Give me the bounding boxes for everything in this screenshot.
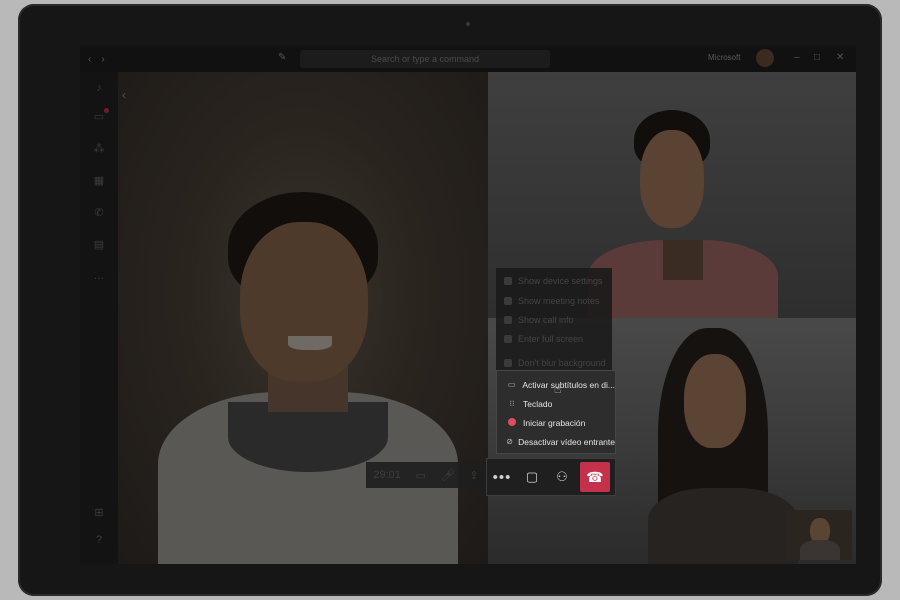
hangup-icon[interactable]: ☎︎: [580, 462, 610, 492]
more-menu-dimmed: Show device settings Show meeting notes …: [496, 268, 612, 372]
calendar-icon[interactable]: ▦: [91, 174, 107, 188]
hand-cursor-icon: ☝︎: [554, 382, 562, 396]
mic-icon[interactable]: 🎤︎: [441, 469, 455, 482]
menu-item-label: Teclado: [523, 398, 553, 409]
menu-item-dimmed: Enter full screen: [504, 334, 583, 344]
video-off-icon: ⊘: [506, 437, 513, 446]
call-controls-dimmed: 29:01 ▭ 🎤︎ ⇪: [366, 462, 486, 488]
compose-icon[interactable]: ✎: [278, 52, 286, 63]
maximize-icon[interactable]: □: [814, 52, 820, 63]
search-input[interactable]: Search or type a command: [300, 50, 550, 68]
more-apps-icon[interactable]: …: [91, 270, 107, 284]
title-bar: ‹ › ✎ Search or type a command Microsoft…: [80, 46, 856, 72]
teams-icon[interactable]: ⁂: [91, 142, 107, 156]
calls-icon[interactable]: ✆: [91, 206, 107, 220]
main-participant-video: ‹: [118, 72, 488, 564]
menu-item-start-recording[interactable]: Iniciar grabación: [497, 413, 615, 432]
menu-item-label: Desactivar vídeo entrante: [518, 436, 615, 447]
files-icon[interactable]: ▤: [91, 238, 107, 252]
call-timer: 29:01: [373, 469, 401, 481]
self-view-video[interactable]: [786, 510, 852, 560]
minimize-icon[interactable]: –: [794, 52, 800, 63]
close-icon[interactable]: ✕: [836, 52, 844, 63]
more-options-icon[interactable]: •••: [487, 459, 517, 495]
forward-arrow-icon[interactable]: ›: [101, 54, 104, 65]
avatar[interactable]: [756, 49, 774, 67]
dialpad-icon: ⁝⁝: [509, 399, 515, 408]
app-rail: ♪ ▭ ⁂ ▦ ✆ ▤ … ⊞ ?: [80, 72, 118, 564]
menu-item-label: Iniciar grabación: [523, 417, 586, 428]
menu-item-dimmed: Show meeting notes: [504, 296, 600, 306]
menu-item-dimmed: Show call info: [504, 315, 574, 325]
activity-icon[interactable]: ♪: [91, 82, 107, 96]
menu-item-label: Activar subtítulos en di...: [522, 379, 615, 390]
org-switcher[interactable]: Microsoft: [708, 53, 740, 62]
menu-item-dimmed: Show device settings: [504, 276, 603, 286]
chat-rail-icon[interactable]: ▭: [91, 108, 109, 124]
camera-lens: [466, 22, 470, 26]
menu-item-dimmed: Don't blur background: [504, 358, 606, 368]
tablet-device: ‹ › ✎ Search or type a command Microsoft…: [18, 4, 882, 596]
menu-item-dialpad[interactable]: ⁝⁝ Teclado: [497, 394, 615, 413]
record-icon: [506, 417, 518, 428]
back-arrow-icon[interactable]: ‹: [88, 54, 91, 65]
share-icon[interactable]: ⇪: [469, 469, 478, 482]
notification-dot: [104, 108, 109, 113]
participant-main: [118, 72, 488, 564]
captions-icon: ▭: [507, 380, 516, 389]
help-icon[interactable]: ?: [91, 534, 107, 548]
camera-icon[interactable]: ▭: [416, 469, 426, 482]
participants-icon[interactable]: ⚇: [547, 459, 577, 495]
apps-icon[interactable]: ⊞: [91, 506, 107, 520]
chat-icon[interactable]: ▢: [517, 459, 547, 495]
nav-arrows[interactable]: ‹ ›: [80, 54, 120, 65]
menu-item-turn-off-incoming-video[interactable]: ⊘ Desactivar vídeo entrante: [497, 432, 615, 451]
call-controls-bar: ••• ▢ ⚇ ☎︎: [486, 458, 616, 496]
